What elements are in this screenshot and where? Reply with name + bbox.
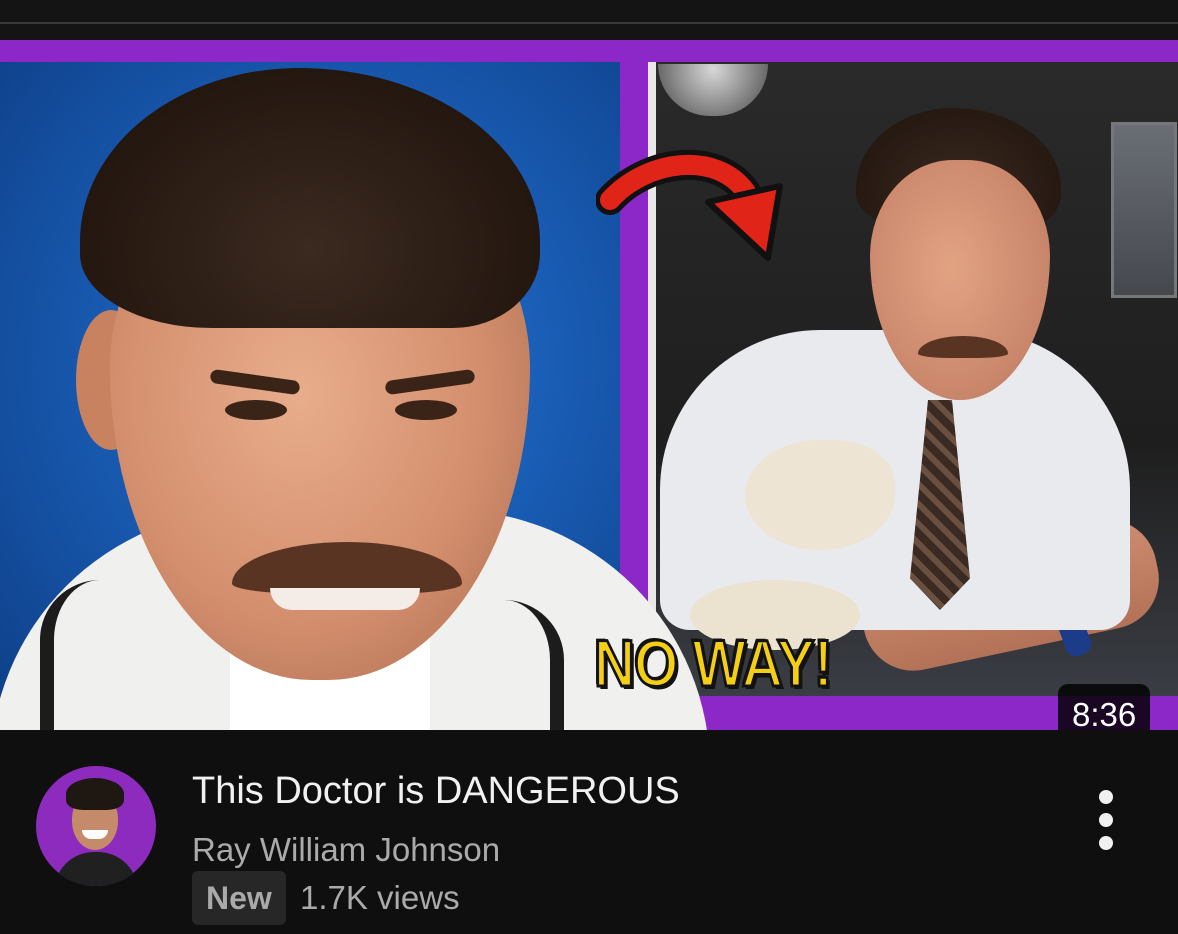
- thumbnail-overlay-text: NO WAY!: [593, 626, 834, 700]
- channel-avatar[interactable]: [36, 766, 156, 886]
- doctor-eye-image: [395, 400, 457, 420]
- gloved-hand-image: [745, 440, 895, 550]
- lamp-icon: [658, 64, 768, 116]
- dot: [1099, 790, 1113, 804]
- video-metadata: This Doctor is DANGEROUS Ray William Joh…: [0, 730, 1178, 934]
- new-badge: New: [192, 871, 286, 925]
- view-count: 1.7K views: [300, 879, 460, 916]
- video-title[interactable]: This Doctor is DANGEROUS: [192, 770, 680, 813]
- dot: [1099, 813, 1113, 827]
- avatar-hair: [66, 778, 124, 810]
- more-options-button[interactable]: [1080, 782, 1132, 858]
- stethoscope-image: [40, 580, 124, 730]
- channel-name[interactable]: Ray William Johnson: [192, 831, 500, 869]
- doctor-eye-image: [225, 400, 287, 420]
- duration-badge: 8:36: [1058, 684, 1151, 730]
- window-image: [1111, 122, 1177, 298]
- video-thumbnail[interactable]: NO WAY! 8:36: [0, 40, 1178, 730]
- top-strip: [0, 0, 1178, 40]
- video-card: NO WAY! 8:36 This Doctor is DANGEROUS Ra…: [0, 0, 1178, 934]
- red-arrow-icon: [596, 149, 783, 261]
- divider: [0, 22, 1178, 24]
- avatar-shirt: [54, 852, 138, 886]
- doctor-smile-image: [270, 588, 420, 610]
- dot: [1099, 836, 1113, 850]
